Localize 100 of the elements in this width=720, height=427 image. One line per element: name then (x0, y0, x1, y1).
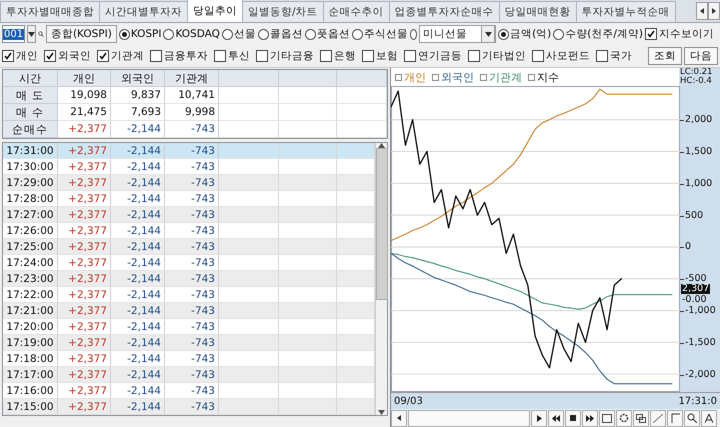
radio-button[interactable] (118, 28, 130, 40)
settings-button[interactable] (616, 410, 632, 426)
table-cell (279, 399, 337, 415)
tab[interactable]: 업종별투자자순매수 (388, 1, 500, 22)
table-cell (219, 351, 279, 367)
table-cell: +2,377 (58, 159, 111, 175)
tab[interactable]: 당일추이 (187, 0, 243, 22)
radio-button[interactable] (258, 28, 269, 40)
table-cell: +2,377 (58, 335, 111, 351)
tab[interactable]: 일별동향/차트 (242, 1, 324, 22)
table-cell (337, 207, 375, 223)
time-cell[interactable]: 17:26:00 (3, 223, 58, 239)
tab[interactable]: 시간대별투자자 (99, 1, 188, 22)
market-select[interactable]: 미니선물 (418, 25, 496, 43)
checkbox[interactable] (596, 50, 608, 62)
table-cell: -2,144 (111, 207, 165, 223)
scrollbar[interactable] (375, 143, 387, 415)
trend-line-button[interactable] (650, 410, 666, 426)
scroll-left-button[interactable] (391, 410, 407, 426)
checkbox[interactable] (404, 50, 416, 62)
crosshair-button[interactable] (667, 410, 683, 426)
diagonal-line-icon (653, 414, 663, 422)
table-cell: -743 (165, 287, 219, 303)
table-cell (219, 207, 279, 223)
tab[interactable]: 순매수추이 (322, 1, 390, 22)
copy-button[interactable] (633, 410, 649, 426)
action-button[interactable]: 다음 (684, 47, 718, 65)
radio-button[interactable] (352, 28, 363, 40)
checkbox-label: 국가 (610, 49, 632, 63)
radio-button[interactable] (498, 28, 510, 40)
radio-button[interactable] (222, 28, 233, 40)
time-cell[interactable]: 17:28:00 (3, 191, 58, 207)
time-cell[interactable]: 17:22:00 (3, 287, 58, 303)
checkbox[interactable] (362, 50, 374, 62)
stop-button[interactable] (565, 410, 581, 426)
tab[interactable]: 당일매매현황 (498, 1, 577, 22)
code-field[interactable]: 001 (2, 25, 26, 43)
table-cell (219, 255, 279, 271)
time-cell[interactable]: 17:29:00 (3, 175, 58, 191)
axis-label: 0 (685, 242, 692, 252)
scroll-right-button[interactable] (708, 2, 720, 20)
checkbox[interactable] (97, 50, 109, 62)
table-cell (279, 351, 337, 367)
stop-icon (570, 415, 576, 421)
checkbox[interactable] (468, 50, 480, 62)
play-button[interactable] (531, 410, 547, 426)
checkbox[interactable] (645, 28, 657, 40)
time-cell[interactable]: 17:16:00 (3, 383, 58, 399)
checkbox[interactable] (150, 50, 162, 62)
table-cell: +2,377 (58, 239, 111, 255)
checkbox-label: 금융투자 (164, 49, 208, 63)
time-cell[interactable]: 17:30:00 (3, 159, 58, 175)
tab[interactable]: 투자자별매매종합 (0, 1, 100, 22)
fast-forward-icon (586, 414, 594, 422)
time-cell[interactable]: 17:17:00 (3, 367, 58, 383)
price-tag: 2,307 (681, 284, 710, 294)
text-button[interactable] (701, 410, 717, 426)
caret-icon (484, 32, 492, 36)
checkbox[interactable] (320, 50, 332, 62)
table-cell: -743 (165, 383, 219, 399)
checkbox[interactable] (44, 50, 56, 62)
radio-button[interactable] (553, 28, 564, 40)
checkbox[interactable] (532, 50, 544, 62)
scroll-left-button[interactable] (696, 2, 708, 20)
rewind-button[interactable] (548, 410, 564, 426)
zoom-button[interactable] (684, 410, 700, 426)
window-button[interactable] (599, 410, 615, 426)
table-cell (219, 319, 279, 335)
radio-button[interactable] (410, 28, 417, 40)
axis-label: 2,000 (685, 114, 712, 125)
radio-button[interactable] (163, 28, 174, 40)
time-cell[interactable]: 17:31:00 (3, 143, 58, 159)
checkbox-label: 보험 (376, 49, 398, 63)
time-cell[interactable]: 17:15:00 (3, 399, 58, 415)
time-cell[interactable]: 17:23:00 (3, 271, 58, 287)
tab[interactable]: 투자자별누적순매 (576, 1, 676, 22)
fast-forward-button[interactable] (582, 410, 598, 426)
radio-label: 선물 (234, 27, 256, 41)
dropdown-button[interactable] (27, 25, 36, 43)
settings-icon (619, 413, 629, 423)
column-header: 외국인 (111, 70, 165, 87)
checkbox[interactable] (2, 50, 14, 62)
scroll-thumb[interactable] (376, 148, 388, 300)
table-cell (219, 239, 279, 255)
overlap-squares-icon (636, 414, 646, 422)
checkbox-label: 은행 (334, 49, 356, 63)
table-cell (279, 319, 337, 335)
action-button[interactable]: 조회 (648, 47, 682, 65)
time-cell[interactable]: 17:25:00 (3, 239, 58, 255)
table-cell: -2,144 (111, 303, 165, 319)
time-cell[interactable]: 17:18:00 (3, 351, 58, 367)
checkbox[interactable] (256, 50, 268, 62)
checkbox[interactable] (214, 50, 226, 62)
radio-button[interactable] (304, 28, 316, 40)
table-cell: -2,144 (111, 383, 165, 399)
time-cell[interactable]: 17:24:00 (3, 255, 58, 271)
time-cell[interactable]: 17:19:00 (3, 335, 58, 351)
time-cell[interactable]: 17:20:00 (3, 319, 58, 335)
time-cell[interactable]: 17:27:00 (3, 207, 58, 223)
time-cell[interactable]: 17:21:00 (3, 303, 58, 319)
